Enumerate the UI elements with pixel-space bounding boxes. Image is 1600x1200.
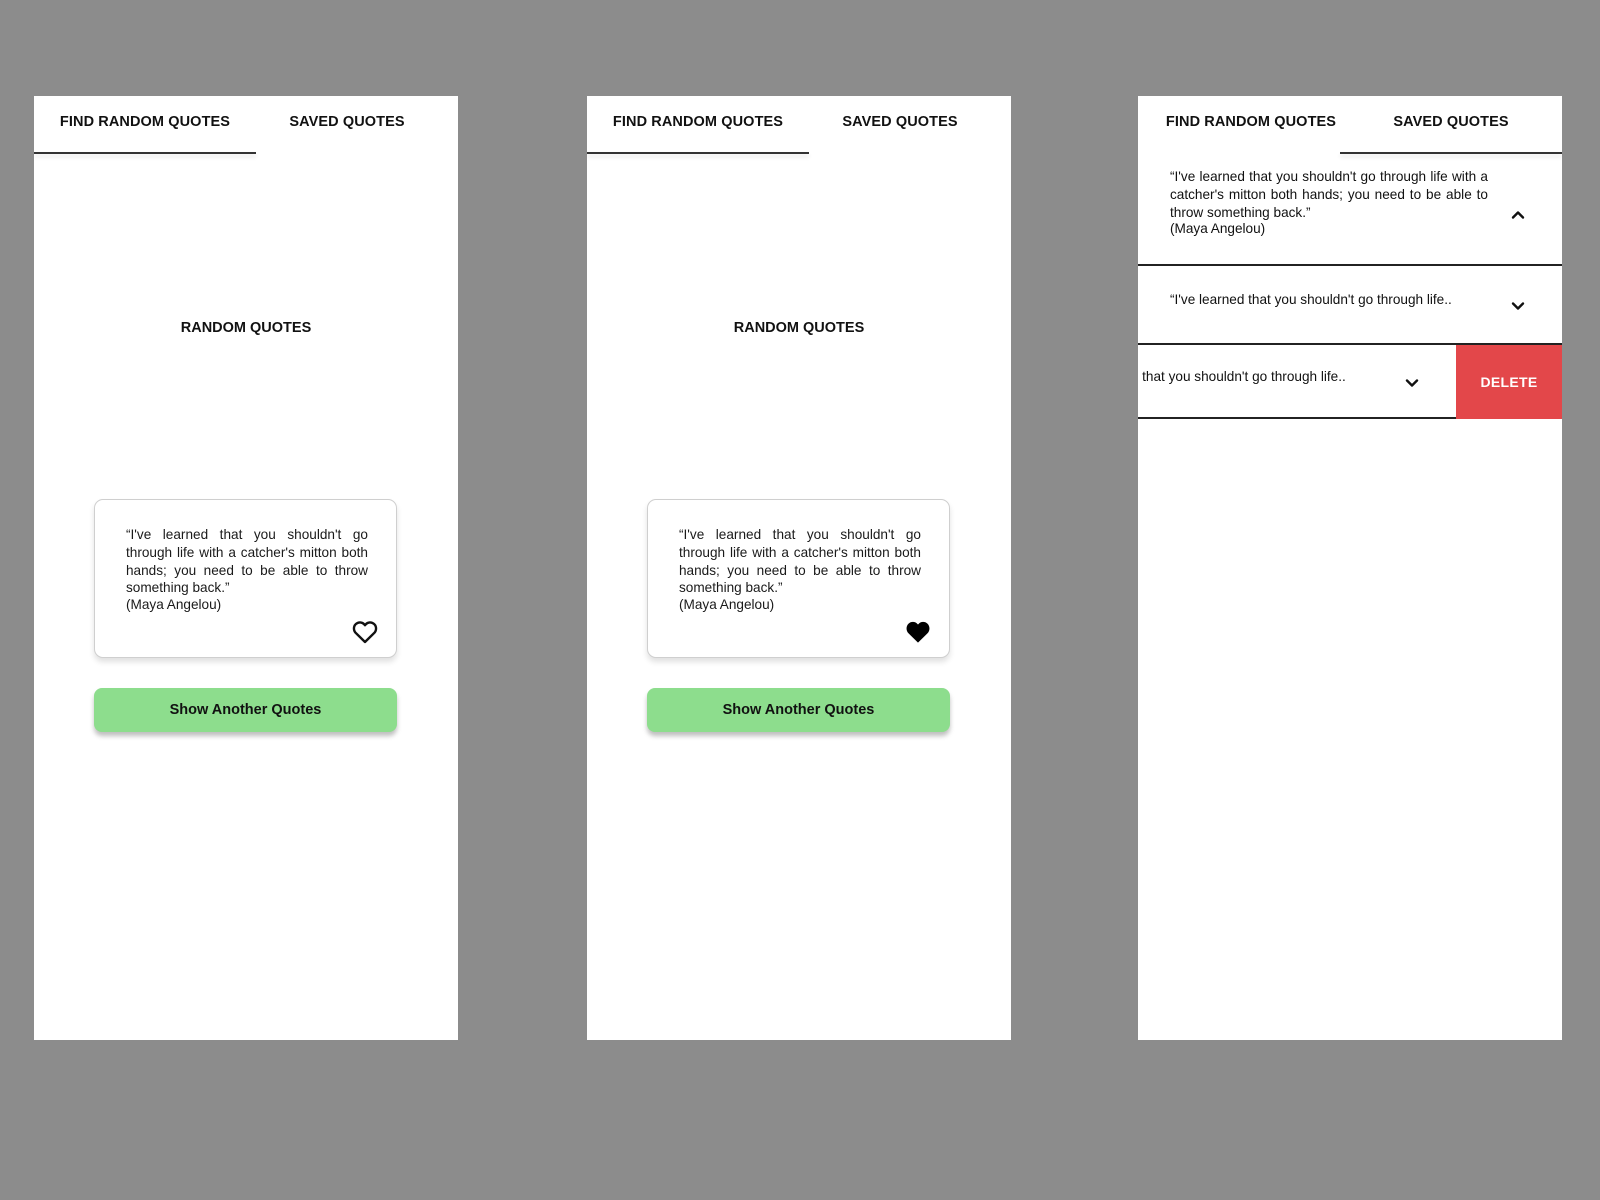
tab-saved-quotes[interactable]: SAVED QUOTES: [1340, 96, 1562, 154]
quote-card: “I've learned that you shouldn't go thro…: [647, 499, 950, 658]
collapse-button[interactable]: [1510, 207, 1526, 223]
saved-quote-item-collapsed[interactable]: “I've learned that you shouldn't go thro…: [1138, 266, 1562, 345]
saved-quote-preview: “I've learned that you shouldn't go thro…: [1170, 292, 1452, 307]
chevron-down-icon: [1511, 302, 1525, 310]
chevron-up-icon: [1511, 211, 1525, 219]
expand-button[interactable]: [1510, 298, 1526, 314]
tab-find-random-quotes[interactable]: FIND RANDOM QUOTES: [34, 96, 256, 154]
tab-label: FIND RANDOM QUOTES: [1165, 114, 1337, 130]
quote-text: “I've learned that you shouldn't go thro…: [679, 527, 921, 596]
saved-quote-preview: “I've learned that you shouldn't go thro…: [1138, 369, 1346, 384]
tab-saved-quotes[interactable]: SAVED QUOTES: [236, 96, 458, 154]
saved-quote-item-swiped[interactable]: “I've learned that you shouldn't go thro…: [1138, 345, 1456, 419]
quote-card: “I've learned that you shouldn't go thro…: [94, 499, 397, 658]
tab-find-random-quotes[interactable]: FIND RANDOM QUOTES: [1138, 96, 1364, 154]
delete-button[interactable]: DELETE: [1456, 345, 1562, 419]
quote-text: “I've learned that you shouldn't go thro…: [126, 527, 368, 596]
saved-quote-text: “I've learned that you shouldn't go thro…: [1170, 169, 1488, 220]
heart-filled-icon: [906, 621, 930, 643]
quote-author: (Maya Angelou): [679, 597, 775, 612]
favorite-button[interactable]: [352, 620, 378, 644]
tab-saved-quotes[interactable]: SAVED QUOTES: [789, 96, 1011, 154]
saved-quote-item-expanded[interactable]: “I've learned that you shouldn't go thro…: [1138, 168, 1562, 266]
quote-author: (Maya Angelou): [126, 597, 222, 612]
show-another-quote-button[interactable]: Show Another Quotes: [647, 688, 950, 732]
tab-label: FIND RANDOM QUOTES: [59, 114, 231, 130]
divider: [1138, 417, 1456, 419]
tab-bar: FIND RANDOM QUOTES SAVED QUOTES: [1138, 96, 1562, 154]
show-another-quote-button[interactable]: Show Another Quotes: [94, 688, 397, 732]
tab-bar: FIND RANDOM QUOTES SAVED QUOTES: [34, 96, 458, 154]
screen-random-quotes-unsaved: FIND RANDOM QUOTES SAVED QUOTES RANDOM Q…: [34, 96, 458, 1040]
expand-button[interactable]: [1404, 375, 1420, 391]
chevron-down-icon: [1405, 379, 1419, 387]
tab-find-random-quotes[interactable]: FIND RANDOM QUOTES: [587, 96, 809, 154]
tab-bar: FIND RANDOM QUOTES SAVED QUOTES: [587, 96, 1011, 154]
tab-label: SAVED QUOTES: [289, 114, 405, 130]
tab-label: SAVED QUOTES: [842, 114, 958, 130]
screen-random-quotes-saved: FIND RANDOM QUOTES SAVED QUOTES RANDOM Q…: [587, 96, 1011, 1040]
page-title: RANDOM QUOTES: [733, 320, 865, 336]
saved-quote-author: (Maya Angelou): [1170, 221, 1266, 236]
heart-outline-icon: [352, 621, 378, 644]
tab-label: FIND RANDOM QUOTES: [612, 114, 784, 130]
favorite-button[interactable]: [905, 620, 931, 644]
swipe-content[interactable]: “I've learned that you shouldn't go thro…: [1138, 345, 1456, 419]
screen-saved-quotes: FIND RANDOM QUOTES SAVED QUOTES “I've le…: [1138, 96, 1562, 1040]
tab-label: SAVED QUOTES: [1393, 114, 1509, 130]
page-title: RANDOM QUOTES: [180, 320, 312, 336]
